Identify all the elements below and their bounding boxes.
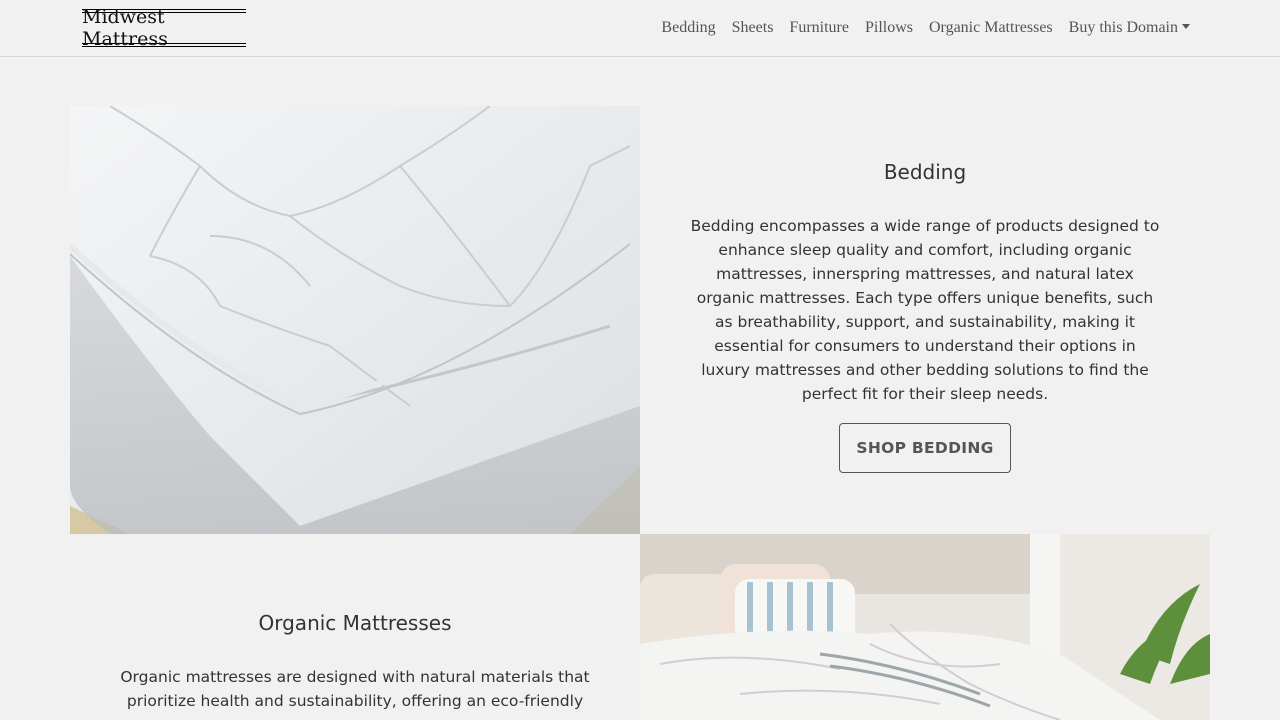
navbar: Midwest Mattress Bedding Sheets Furnitur… <box>0 0 1280 57</box>
nav-link-sheets[interactable]: Sheets <box>732 19 774 37</box>
bedding-description: Bedding encompasses a wide range of prod… <box>690 217 1160 403</box>
caret-down-icon <box>1182 24 1190 29</box>
bedding-image <box>70 106 640 534</box>
brand-logo[interactable]: Midwest Mattress <box>82 6 246 50</box>
nav-link-furniture[interactable]: Furniture <box>789 19 849 37</box>
organic-mattresses-section: Organic Mattresses Organic mattresses ar… <box>120 611 590 713</box>
bed-illustration <box>640 534 1210 720</box>
nav-link-pillows[interactable]: Pillows <box>865 19 913 37</box>
nav-dropdown-label: Buy this Domain <box>1068 19 1178 36</box>
organic-mattresses-description: Organic mattresses are designed with nat… <box>120 668 590 710</box>
shop-bedding-button[interactable]: SHOP BEDDING <box>839 423 1011 473</box>
organic-mattresses-heading: Organic Mattresses <box>258 611 452 635</box>
bedding-section: Bedding Bedding encompasses a wide range… <box>690 160 1160 473</box>
nav-link-bedding[interactable]: Bedding <box>661 19 715 37</box>
organic-mattress-image <box>640 534 1210 720</box>
main-nav: Bedding Sheets Furniture Pillows Organic… <box>645 0 1190 56</box>
nav-dropdown-buy-domain[interactable]: Buy this Domain <box>1069 19 1190 37</box>
nav-link-organic-mattresses[interactable]: Organic Mattresses <box>929 19 1053 37</box>
bedding-heading: Bedding <box>883 160 967 184</box>
mattress-pad-illustration <box>70 106 640 534</box>
